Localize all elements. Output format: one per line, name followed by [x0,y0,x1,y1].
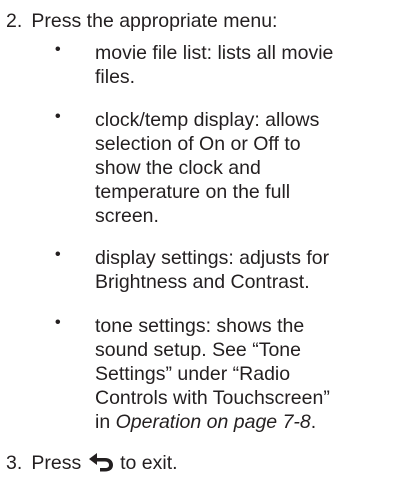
step-text-after-icon: to exit. [120,452,178,474]
reference-suffix: . [310,411,317,433]
text-line: tone settings: shows the [95,315,305,337]
bullet-marker: • [55,314,61,331]
text-line: Settings” under “Radio [95,363,291,385]
bullet-marker: • [55,41,61,58]
text-line: clock/temp display: allows [95,109,320,131]
text-line: Brightness and Contrast. [95,271,310,293]
bullet-marker: • [55,108,61,125]
text-line: screen. [95,205,159,227]
bullet-text: tone settings: shows the sound setup. Se… [95,314,395,434]
text-line: temperature on the full [95,181,291,203]
text-line: files. [95,66,136,88]
reference-prefix: in [95,411,116,433]
text-line: selection of On or Off to [95,133,301,155]
step-number: 2. [6,10,23,32]
step-text-before-icon: Press [31,452,82,474]
text-line: show the clock and [95,157,261,179]
bullet-text: display settings: adjusts for Brightness… [95,246,395,294]
text-line: movie file list: lists all movie [95,42,334,64]
text-line: Controls with Touchscreen” [95,387,330,409]
bullet-text: movie file list: lists all movie files. [95,41,395,89]
step-3: 3. Press to exit. [6,451,178,478]
step-text: Press the appropriate menu: [31,10,278,32]
text-line: sound setup. See “Tone [95,339,301,361]
step-number: 3. [6,452,23,474]
text-line: display settings: adjusts for [95,247,330,269]
back-arrow-icon [88,452,114,478]
bullet-marker: • [55,246,61,263]
step-2: 2. Press the appropriate menu: [6,9,277,33]
bullet-text: clock/temp display: allows selection of … [95,108,395,228]
page-reference: Operation on page 7-8 [115,411,311,433]
text-line-with-reference: in Operation on page 7-8. [95,410,395,434]
